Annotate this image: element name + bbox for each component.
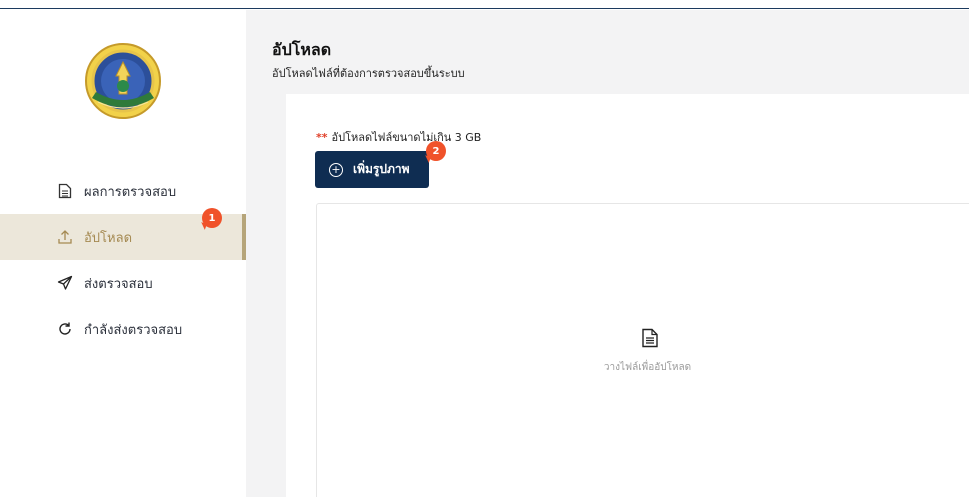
refresh-icon xyxy=(56,320,74,338)
page-title: อัปโหลด xyxy=(272,40,332,59)
sidebar-menu: ผลการตรวจสอบ อัปโหลด 1 ส่งตรวจสอบ กำลังส… xyxy=(0,168,246,352)
add-image-button[interactable]: + เพิ่มรูปภาพ 2 xyxy=(315,141,446,188)
sidebar-item-upload[interactable]: อัปโหลด 1 xyxy=(0,208,246,260)
send-icon xyxy=(56,274,74,292)
main-content: อัปโหลด อัปโหลดไฟล์ที่ต้องการตรวจสอบขึ้น… xyxy=(246,10,969,497)
upload-card: ** อัปโหลดไฟล์ขนาดไม่เกิน 3 GB + เพิ่มรูป… xyxy=(286,94,969,497)
document-icon xyxy=(56,182,74,200)
file-icon xyxy=(641,328,659,348)
file-dropzone[interactable]: วางไฟล์เพื่ออัปโหลด xyxy=(316,203,969,497)
sidebar-item-label: กำลังส่งตรวจสอบ xyxy=(84,322,183,338)
dropzone-text: วางไฟล์เพื่ออัปโหลด xyxy=(603,362,692,373)
sidebar-item-results[interactable]: ผลการตรวจสอบ xyxy=(0,168,246,214)
notification-badge: 2 xyxy=(426,141,446,161)
add-image-button-label: เพิ่มรูปภาพ xyxy=(353,162,410,176)
badge-count: 2 xyxy=(432,145,440,157)
sidebar-item-label: อัปโหลด xyxy=(84,230,133,246)
top-border xyxy=(0,0,969,9)
sidebar: ผลการตรวจสอบ อัปโหลด 1 ส่งตรวจสอบ กำลังส… xyxy=(0,10,246,497)
plus-circle-icon: + xyxy=(329,162,343,177)
sidebar-item-processing[interactable]: กำลังส่งตรวจสอบ xyxy=(0,306,246,352)
page-subtitle: อัปโหลดไฟล์ที่ต้องการตรวจสอบขึ้นระบบ xyxy=(272,67,465,80)
badge-count: 1 xyxy=(208,212,216,224)
university-seal-icon xyxy=(84,42,162,120)
file-size-note-text: อัปโหลดไฟล์ขนาดไม่เกิน 3 GB xyxy=(331,131,482,144)
sidebar-item-submit[interactable]: ส่งตรวจสอบ xyxy=(0,260,246,306)
upload-icon xyxy=(56,228,74,246)
required-mark: ** xyxy=(316,131,328,144)
notification-badge: 1 xyxy=(202,208,222,228)
sidebar-item-label: ส่งตรวจสอบ xyxy=(84,276,153,292)
sidebar-item-label: ผลการตรวจสอบ xyxy=(84,184,177,200)
file-size-note: ** อัปโหลดไฟล์ขนาดไม่เกิน 3 GB xyxy=(316,128,481,146)
